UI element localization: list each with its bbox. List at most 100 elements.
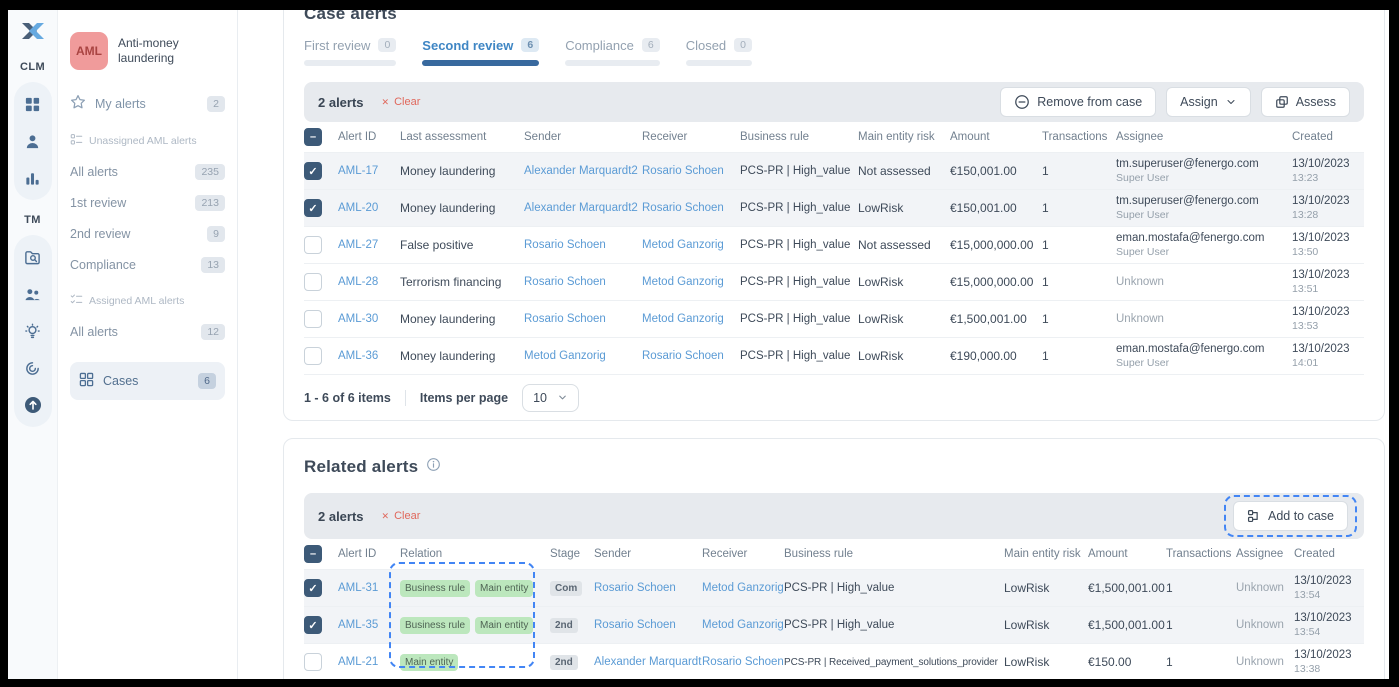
column-header: Receiver — [642, 131, 740, 143]
count-badge: 13 — [201, 257, 225, 273]
receiver-link[interactable]: Rosario Schoen — [702, 656, 784, 668]
cases-grid-icon — [79, 372, 94, 390]
main-content: Case alerts First review0 Second review6… — [238, 10, 1389, 679]
amount-cell: €15,000,000.00 — [950, 238, 1042, 252]
receiver-link[interactable]: Rosario Schoen — [642, 165, 740, 177]
alert-id-link[interactable]: AML-36 — [338, 350, 400, 362]
tab-count-badge: 0 — [734, 38, 752, 52]
sidebar-item-2nd-review[interactable]: 2nd review 9 — [70, 226, 225, 242]
alert-id-link[interactable]: AML-27 — [338, 239, 400, 251]
folder-search-icon[interactable] — [23, 247, 43, 267]
table-row[interactable]: AML-17 Money laundering Alexander Marqua… — [304, 152, 1364, 189]
radar-icon[interactable] — [23, 358, 43, 378]
receiver-link[interactable]: Metod Ganzorig — [702, 619, 784, 631]
sidebar-item-cases[interactable]: Cases 6 — [70, 362, 225, 400]
row-checkbox[interactable] — [304, 579, 322, 597]
transactions-cell: 1 — [1042, 164, 1116, 178]
per-page-label: Items per page — [420, 391, 508, 405]
section-label: Assigned AML alerts — [89, 295, 184, 307]
alert-id-link[interactable]: AML-20 — [338, 202, 400, 214]
receiver-link[interactable]: Metod Ganzorig — [642, 313, 740, 325]
table-row[interactable]: AML-21 Main entity 2nd Alexander Marquar… — [304, 643, 1364, 679]
amount-cell: €150.00 — [1088, 655, 1166, 669]
tab-closed[interactable]: Closed0 — [686, 36, 752, 66]
row-checkbox[interactable] — [304, 162, 322, 180]
rail-group-label-tm: TM — [24, 214, 41, 226]
sidebar-item-my-alerts[interactable]: My alerts 2 — [70, 94, 225, 113]
tab-compliance[interactable]: Compliance6 — [565, 36, 660, 66]
sender-link[interactable]: Rosario Schoen — [524, 276, 642, 288]
sidebar-item-label: 2nd review — [70, 227, 130, 241]
lightbulb-icon[interactable] — [23, 321, 43, 341]
table-row[interactable]: AML-31 Business ruleMain entity Com Rosa… — [304, 569, 1364, 606]
created-cell: 13/10/202313:38 — [1294, 648, 1364, 677]
table-row[interactable]: AML-30 Money laundering Rosario Schoen M… — [304, 300, 1364, 337]
row-checkbox[interactable] — [304, 236, 322, 254]
table-row[interactable]: AML-20 Money laundering Alexander Marqua… — [304, 189, 1364, 226]
relation-tag: Main entity — [475, 580, 533, 597]
page-range: 1 - 6 of 6 items — [304, 391, 391, 405]
items-per-page-select[interactable]: 10 — [522, 384, 579, 412]
tab-first-review[interactable]: First review0 — [304, 36, 396, 66]
sender-link[interactable]: Rosario Schoen — [594, 619, 702, 631]
add-to-case-highlight: Add to case — [1224, 495, 1357, 537]
sender-link[interactable]: Alexander Marquardt2 — [524, 165, 642, 177]
add-to-case-button[interactable]: Add to case — [1233, 501, 1348, 531]
last-assessment-cell: Terrorism financing — [400, 275, 524, 289]
select-all-checkbox[interactable] — [304, 128, 322, 146]
amount-cell: €150,001.00 — [950, 164, 1042, 178]
remove-from-case-button[interactable]: Remove from case — [1000, 87, 1156, 117]
sender-link[interactable]: Alexander Marquardt2 — [524, 202, 642, 214]
alert-id-link[interactable]: AML-21 — [338, 656, 400, 668]
count-badge: 2 — [207, 96, 225, 112]
table-row[interactable]: AML-27 False positive Rosario Schoen Met… — [304, 226, 1364, 263]
clear-selection-button[interactable]: Clear — [382, 510, 421, 522]
assess-icon — [1275, 95, 1289, 109]
tab-label: First review — [304, 38, 370, 53]
receiver-link[interactable]: Metod Ganzorig — [642, 276, 740, 288]
sidebar-item-compliance[interactable]: Compliance 13 — [70, 257, 225, 273]
row-checkbox[interactable] — [304, 310, 322, 328]
bar-chart-icon[interactable] — [23, 168, 43, 188]
column-header: Main entity risk — [1004, 548, 1088, 560]
users-icon[interactable] — [23, 284, 43, 304]
table-row[interactable]: AML-28 Terrorism financing Rosario Schoe… — [304, 263, 1364, 300]
sender-link[interactable]: Alexander Marquardt2 — [594, 656, 702, 668]
alert-id-link[interactable]: AML-35 — [338, 619, 400, 631]
clear-selection-button[interactable]: Clear — [382, 96, 421, 108]
upload-circle-icon[interactable] — [23, 395, 43, 415]
table-row[interactable]: AML-36 Money laundering Metod Ganzorig R… — [304, 337, 1364, 374]
alert-id-link[interactable]: AML-30 — [338, 313, 400, 325]
info-icon[interactable] — [426, 457, 441, 477]
alert-id-link[interactable]: AML-28 — [338, 276, 400, 288]
assign-button[interactable]: Assign — [1166, 87, 1251, 117]
sidebar-item-1st-review[interactable]: 1st review 213 — [70, 195, 225, 211]
sender-link[interactable]: Rosario Schoen — [594, 582, 702, 594]
alert-id-link[interactable]: AML-17 — [338, 165, 400, 177]
amount-cell: €1,500,001.00 — [1088, 581, 1166, 595]
alert-id-link[interactable]: AML-31 — [338, 582, 400, 594]
assess-button[interactable]: Assess — [1261, 87, 1350, 117]
row-checkbox[interactable] — [304, 653, 322, 671]
sidebar: AML Anti-money laundering My alerts 2 Un… — [58, 10, 238, 679]
receiver-link[interactable]: Metod Ganzorig — [642, 239, 740, 251]
sidebar-item-all-alerts-assigned[interactable]: All alerts 12 — [70, 324, 225, 340]
receiver-link[interactable]: Metod Ganzorig — [702, 582, 784, 594]
sender-link[interactable]: Metod Ganzorig — [524, 350, 642, 362]
row-checkbox[interactable] — [304, 616, 322, 634]
user-icon[interactable] — [23, 131, 43, 151]
sender-link[interactable]: Rosario Schoen — [524, 239, 642, 251]
row-checkbox[interactable] — [304, 273, 322, 291]
sender-link[interactable]: Rosario Schoen — [524, 313, 642, 325]
risk-cell: LowRisk — [858, 349, 950, 363]
table-row[interactable]: AML-35 Business ruleMain entity 2nd Rosa… — [304, 606, 1364, 643]
receiver-link[interactable]: Rosario Schoen — [642, 350, 740, 362]
dashboard-icon[interactable] — [23, 94, 43, 114]
count-badge: 9 — [207, 226, 225, 242]
select-all-checkbox[interactable] — [304, 545, 322, 563]
tab-second-review[interactable]: Second review6 — [422, 36, 539, 66]
receiver-link[interactable]: Rosario Schoen — [642, 202, 740, 214]
sidebar-item-all-alerts-unassigned[interactable]: All alerts 235 — [70, 164, 225, 180]
row-checkbox[interactable] — [304, 199, 322, 217]
row-checkbox[interactable] — [304, 347, 322, 365]
